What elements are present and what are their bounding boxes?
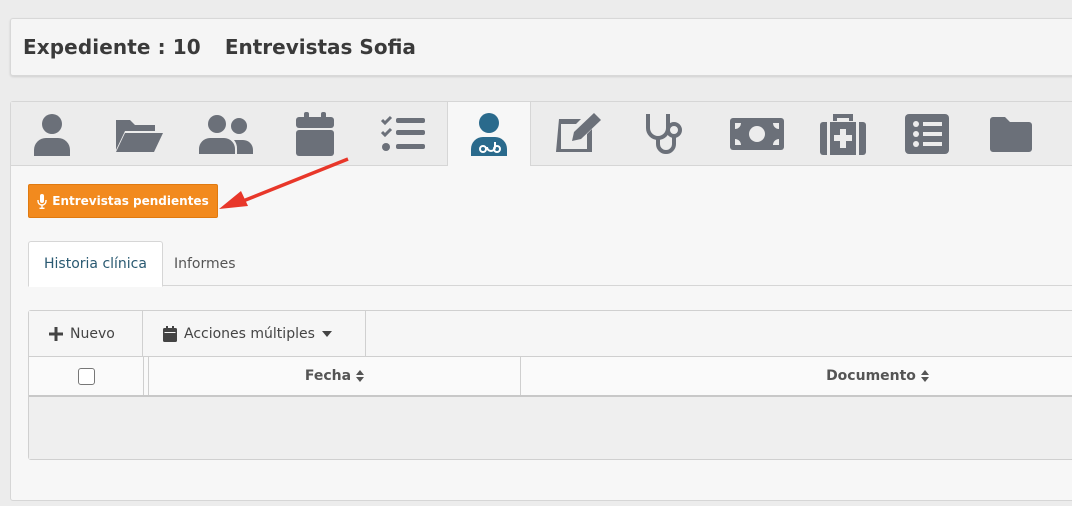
tab-historia-clinica-label: Historia clínica — [44, 256, 147, 272]
tab-notes[interactable] — [541, 102, 613, 166]
tasks-icon — [380, 115, 425, 151]
table-header: Fecha Documento — [29, 357, 1072, 397]
column-fecha-label: Fecha — [304, 368, 352, 384]
page-subtitle: Entrevistas Sofia — [224, 35, 416, 59]
new-button[interactable]: Nuevo — [29, 311, 143, 357]
user-icon — [34, 114, 70, 156]
sort-icon — [356, 370, 365, 382]
tab-historia-clinica[interactable]: Historia clínica — [28, 241, 163, 287]
icon-tab-bar — [11, 101, 1072, 166]
bulk-actions-dropdown[interactable]: Acciones múltiples — [143, 311, 366, 357]
header-bar: Expediente : 10 Entrevistas Sofia — [10, 18, 1072, 76]
tab-documents[interactable] — [975, 102, 1047, 166]
sort-icon — [920, 370, 929, 382]
table-body — [29, 397, 1072, 459]
folder-open-icon — [116, 120, 163, 152]
edit-icon — [556, 113, 601, 152]
microphone-icon — [37, 193, 47, 209]
tab-billing[interactable] — [717, 102, 797, 166]
column-documento-label: Documento — [826, 368, 916, 384]
table-toolbar: Nuevo Acciones múltiples — [29, 311, 1072, 357]
tab-informes[interactable]: Informes — [159, 241, 251, 286]
new-button-label: Nuevo — [70, 326, 115, 342]
column-fecha[interactable]: Fecha — [149, 357, 520, 395]
folder-icon — [990, 117, 1032, 152]
annotation-arrow — [219, 157, 349, 209]
medkit-icon — [820, 114, 866, 155]
tab-records[interactable] — [891, 102, 963, 166]
tab-medication[interactable] — [807, 102, 879, 166]
page-title: Expediente : 10 — [23, 35, 201, 59]
main-panel: Entrevistas pendientes Historia clínica … — [10, 101, 1072, 501]
column-documento[interactable]: Documento — [521, 357, 1072, 395]
content-tabs: Historia clínica Informes — [28, 241, 1072, 287]
calendar-icon — [296, 112, 334, 156]
caret-down-icon — [321, 331, 332, 337]
select-all-cell — [29, 357, 143, 395]
tab-tasks[interactable] — [367, 102, 439, 166]
bulk-actions-label: Acciones múltiples — [184, 326, 315, 342]
tab-files[interactable] — [103, 102, 175, 166]
pending-interviews-button[interactable]: Entrevistas pendientes — [28, 184, 218, 218]
list-icon — [905, 114, 949, 154]
tab-personal[interactable] — [11, 102, 93, 166]
users-icon — [199, 115, 253, 154]
plus-icon — [49, 327, 63, 341]
tab-medical[interactable] — [447, 101, 531, 166]
calendar-small-icon — [163, 326, 177, 342]
select-all-checkbox[interactable] — [77, 367, 95, 385]
stethoscope-icon — [646, 114, 682, 154]
money-icon — [730, 118, 784, 150]
records-table: Nuevo Acciones múltiples Fecha Documento — [28, 310, 1072, 460]
user-doctor-icon — [471, 113, 507, 156]
tab-informes-label: Informes — [174, 255, 236, 272]
tab-exam[interactable] — [629, 102, 701, 166]
pending-interviews-label: Entrevistas pendientes — [52, 194, 209, 208]
